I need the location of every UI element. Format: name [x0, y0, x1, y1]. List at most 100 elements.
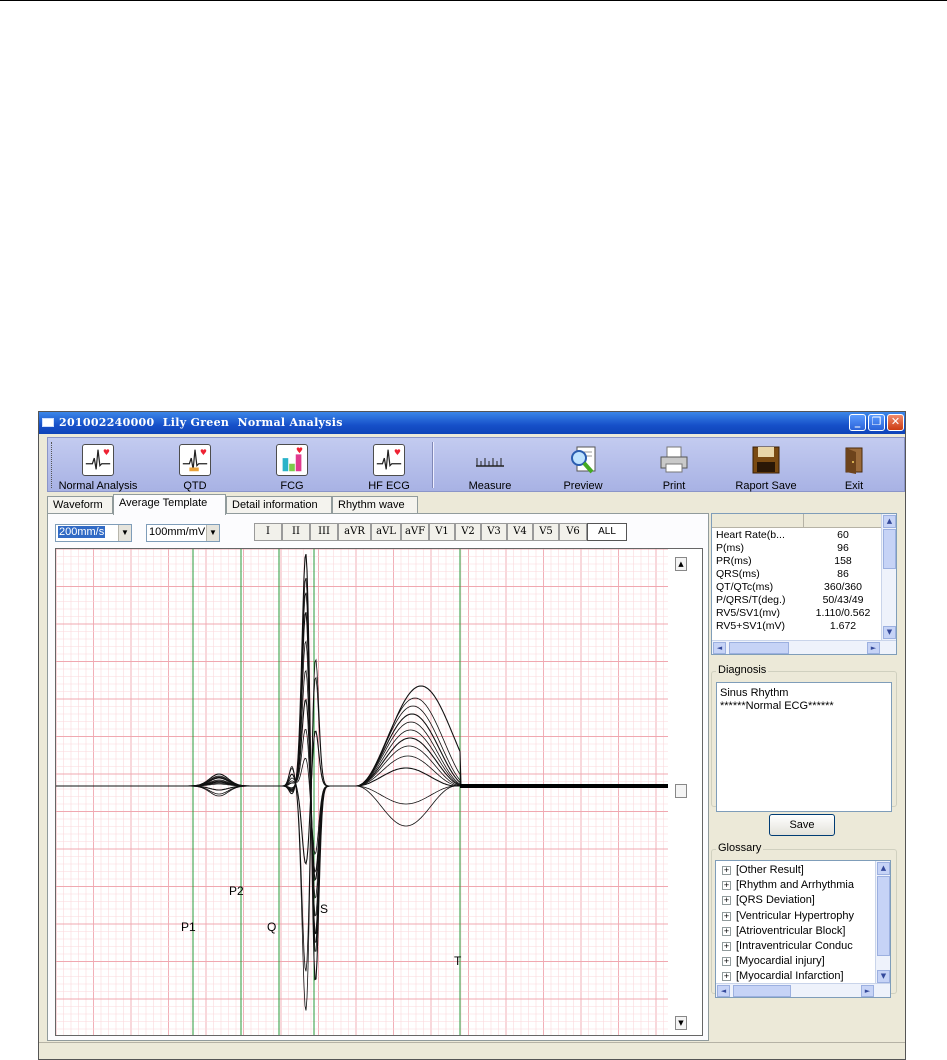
measure-label: Measure	[468, 480, 512, 492]
glossary-item[interactable]: + [Ventricular Hypertrophy	[716, 909, 876, 924]
qtd-label: QTD	[183, 480, 207, 492]
lead-button-ii[interactable]: II	[282, 523, 310, 541]
glossary-hscroll[interactable]: ◄ ►	[716, 983, 890, 997]
lead-button-avr[interactable]: aVR	[338, 523, 371, 541]
parameters-hscroll[interactable]: ◄ ►	[712, 640, 896, 654]
scroll-left-icon[interactable]: ◄	[717, 985, 730, 997]
ecg-heart-icon	[373, 444, 405, 476]
glossary-tree: + [Other Result] + [Rhythm and Arrhythmia + […	[715, 860, 891, 998]
lead-button-v1[interactable]: V1	[429, 523, 455, 541]
scroll-down-icon[interactable]: ▼	[877, 970, 890, 983]
lead-button-i[interactable]: I	[254, 523, 282, 541]
scroll-up-icon[interactable]: ▲	[883, 515, 896, 528]
title-bar[interactable]: 201002240000 Lily Green Normal Analysis …	[39, 412, 905, 434]
ecg-template-area[interactable]: P1 P2 Q S T ▲ ▼	[55, 548, 703, 1036]
scroll-down-icon[interactable]: ▼	[883, 626, 896, 639]
expand-plus-icon[interactable]: +	[722, 911, 731, 921]
normal-analysis-button[interactable]: Normal Analysis	[50, 438, 146, 493]
gain-select[interactable]: 100mm/mV ▼	[146, 524, 220, 542]
fcg-button[interactable]: FCG	[244, 438, 340, 493]
measure-button[interactable]: Measure	[442, 438, 538, 493]
parameter-row: Heart Rate(b... 60	[712, 529, 882, 542]
scroll-up-button[interactable]: ▲	[675, 557, 687, 571]
parameter-name: P/QRS/T(deg.)	[716, 594, 786, 606]
tab-rhythm-wave[interactable]: Rhythm wave	[332, 496, 418, 514]
scroll-left-icon[interactable]: ◄	[713, 642, 726, 654]
tab-detail-information[interactable]: Detail information	[226, 496, 332, 514]
hf-ecg-button[interactable]: HF ECG	[341, 438, 437, 493]
glossary-item-label: [QRS Deviation]	[736, 894, 815, 907]
scroll-up-icon[interactable]: ▲	[877, 862, 890, 875]
glossary-item-label: [Other Result]	[736, 864, 804, 876]
lead-button-v4[interactable]: V4	[507, 523, 533, 541]
parameter-value: 60	[837, 529, 849, 541]
glossary-item[interactable]: + [Other Result]	[716, 863, 876, 878]
lead-button-avf[interactable]: aVF	[401, 523, 429, 541]
parameter-row: QT/QTc(ms) 360/360	[712, 581, 882, 594]
parameter-value: 86	[837, 568, 849, 580]
lead-button-all[interactable]: ALL	[587, 523, 627, 541]
ecg-heart-icon	[179, 444, 211, 476]
glossary-group: Glossary + [Other Result] + [Rhythm and Arr…	[711, 842, 897, 998]
minimize-button[interactable]: _	[849, 414, 866, 431]
marker-label-p1: P1	[181, 920, 196, 934]
speed-select[interactable]: 200mm/s ▼	[55, 524, 132, 542]
glossary-item[interactable]: + [Rhythm and Arrhythmia	[716, 878, 876, 893]
parameters-vscroll[interactable]: ▲ ▼	[881, 514, 896, 642]
lead-button-v3[interactable]: V3	[481, 523, 507, 541]
parameter-name: Heart Rate(b...	[716, 529, 785, 541]
tab-average-template[interactable]: Average Template	[113, 494, 226, 515]
expand-plus-icon[interactable]: +	[722, 866, 731, 875]
qtd-button[interactable]: QTD	[147, 438, 243, 493]
scroll-thumb[interactable]	[877, 876, 890, 956]
expand-plus-icon[interactable]: +	[722, 957, 731, 967]
scroll-right-icon[interactable]: ►	[861, 985, 874, 997]
restore-button[interactable]: ❐	[868, 414, 885, 431]
parameter-row: RV5+SV1(mV) 1.672	[712, 620, 882, 633]
gain-value: 100mm/mV	[149, 526, 206, 538]
glossary-item[interactable]: + [Atrioventricular Block]	[716, 924, 876, 939]
close-button[interactable]: ✕	[887, 414, 904, 431]
diagnosis-group: Diagnosis Sinus Rhythm ******Normal ECG*…	[711, 664, 897, 812]
lead-button-v6[interactable]: V6	[559, 523, 587, 541]
status-bar	[39, 1042, 905, 1059]
exit-label: Exit	[844, 480, 864, 492]
lead-button-iii[interactable]: III	[310, 523, 338, 541]
lead-button-avl[interactable]: aVL	[371, 523, 401, 541]
save-diagnosis-button[interactable]: Save	[769, 814, 835, 836]
glossary-vscroll[interactable]: ▲ ▼	[875, 861, 890, 985]
expand-plus-icon[interactable]: +	[722, 926, 731, 936]
glossary-item[interactable]: + [QRS Deviation]	[716, 893, 876, 908]
glossary-item-label: [Ventricular Hypertrophy	[736, 909, 854, 922]
scroll-thumb[interactable]	[733, 985, 791, 997]
scroll-thumb[interactable]	[883, 529, 896, 569]
lead-button-v5[interactable]: V5	[533, 523, 559, 541]
exit-button[interactable]: Exit	[806, 438, 902, 493]
app-icon	[42, 418, 54, 427]
scroll-thumb[interactable]	[729, 642, 789, 654]
ecg-waveform-plot: P1 P2 Q S T	[56, 549, 668, 1035]
glossary-item[interactable]: + [Intraventricular Conduc	[716, 939, 876, 954]
chevron-down-icon: ▼	[118, 525, 131, 541]
diagnosis-text[interactable]: Sinus Rhythm ******Normal ECG******	[716, 682, 892, 812]
preview-button[interactable]: Preview	[535, 438, 631, 493]
parameter-value: 1.672	[829, 620, 857, 632]
parameter-value: 1.110/0.562	[815, 607, 871, 619]
glossary-item[interactable]: + [Myocardial injury]	[716, 954, 876, 969]
report-save-button[interactable]: Raport Save	[718, 438, 814, 493]
scroll-down-button[interactable]: ▼	[675, 1016, 687, 1030]
expand-plus-icon[interactable]: +	[722, 972, 731, 982]
toolbar-separator	[432, 442, 434, 488]
print-button[interactable]: Print	[626, 438, 722, 493]
marker-label-q: Q	[267, 920, 276, 934]
expand-plus-icon[interactable]: +	[722, 942, 731, 951]
expand-plus-icon[interactable]: +	[722, 881, 731, 891]
parameter-value: 96	[837, 542, 849, 554]
floppy-disk-icon	[752, 446, 780, 474]
parameter-name: PR(ms)	[716, 555, 752, 567]
lead-button-v2[interactable]: V2	[455, 523, 481, 541]
tab-waveform[interactable]: Waveform	[47, 496, 113, 514]
scroll-right-icon[interactable]: ►	[867, 642, 880, 654]
expand-plus-icon[interactable]: +	[722, 896, 731, 906]
baseline-slider-thumb[interactable]	[675, 784, 687, 798]
